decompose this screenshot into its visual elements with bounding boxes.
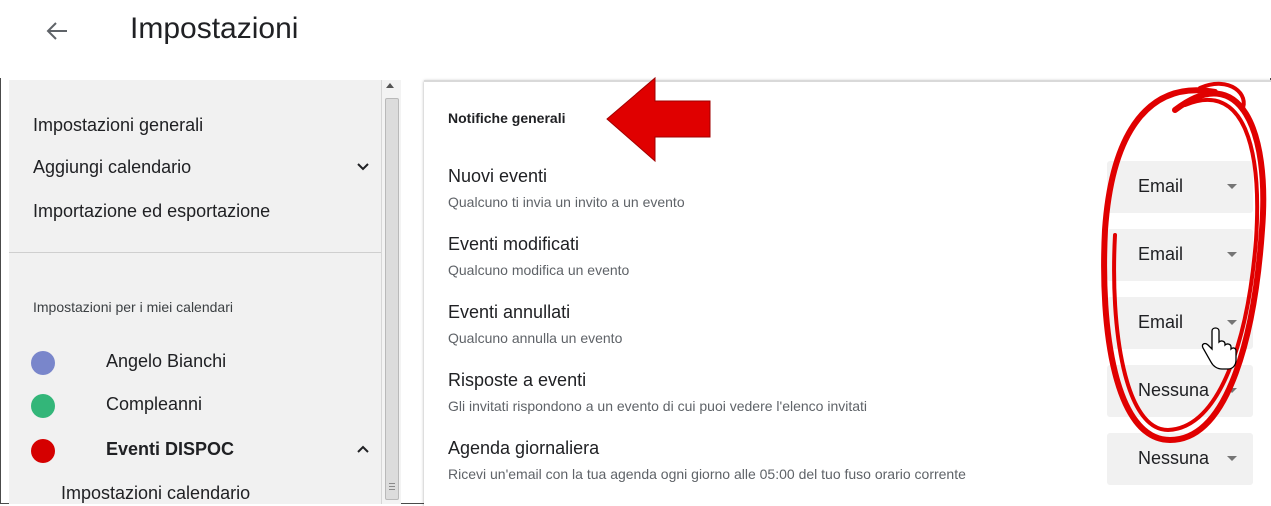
chevron-up-icon[interactable]	[356, 442, 370, 456]
panel-title: Notifiche generali	[448, 110, 566, 126]
notifications-panel: Notifiche generali Nuovi eventi Qualcuno…	[424, 80, 1271, 506]
dropdown-arrow-icon	[1227, 456, 1237, 461]
notification-label: Eventi annullati	[448, 302, 571, 322]
calendar-item[interactable]: Angelo Bianchi	[9, 346, 381, 380]
notification-select[interactable]: Nessuna	[1107, 365, 1253, 417]
calendar-item[interactable]: Compleanni	[9, 389, 381, 423]
dropdown-arrow-icon	[1227, 184, 1237, 189]
sidebar-item-add-calendar[interactable]: Aggiungi calendario	[33, 157, 191, 178]
notification-label: Eventi modificati	[448, 234, 580, 254]
notification-description: Qualcuno modifica un evento	[448, 262, 630, 278]
calendar-name: Compleanni	[106, 394, 203, 414]
sidebar-divider	[9, 252, 381, 253]
sidebar-subitem-calendar-settings[interactable]: Impostazioni calendario	[61, 483, 250, 504]
notification-description: Qualcuno ti invia un invito a un evento	[448, 194, 685, 210]
notification-select[interactable]: Email	[1107, 229, 1253, 281]
dropdown-arrow-icon	[1227, 252, 1237, 257]
calendar-item-selected[interactable]: Eventi DISPOC	[9, 434, 381, 468]
calendar-color-dot	[31, 394, 55, 418]
calendar-color-dot	[31, 439, 55, 463]
calendar-name: Eventi DISPOC	[106, 439, 235, 459]
calendar-color-dot	[31, 351, 55, 375]
sidebar-item-import-export[interactable]: Importazione ed esportazione	[33, 201, 270, 222]
notification-select[interactable]: Email	[1107, 161, 1253, 213]
sidebar-scrollbar[interactable]	[381, 80, 401, 504]
grip-line	[389, 489, 395, 490]
notification-select[interactable]: Nessuna	[1107, 433, 1253, 485]
notification-select[interactable]: Email	[1107, 297, 1253, 349]
chevron-down-icon[interactable]	[356, 160, 370, 174]
scrollbar-thumb[interactable]	[385, 98, 399, 500]
notification-label: Risposte a eventi	[448, 370, 587, 390]
page-title: Impostazioni	[130, 12, 299, 45]
sidebar-section-title: Impostazioni per i miei calendari	[33, 299, 233, 315]
scroll-up-arrow-icon[interactable]	[386, 83, 394, 88]
grip-line	[389, 486, 395, 487]
arrow-left-icon[interactable]	[46, 20, 68, 42]
calendar-name: Angelo Bianchi	[106, 351, 227, 371]
notification-description: Ricevi un'email con la tua agenda ogni g…	[448, 466, 966, 482]
sidebar: Impostazioni generali Aggiungi calendari…	[9, 80, 381, 504]
notification-description: Qualcuno annulla un evento	[448, 330, 623, 346]
header: Impostazioni	[0, 0, 1271, 78]
notification-description: Gli invitati rispondono a un evento di c…	[448, 398, 868, 414]
grip-line	[389, 483, 395, 484]
notification-label: Nuovi eventi	[448, 166, 548, 186]
dropdown-arrow-icon	[1227, 388, 1237, 393]
sidebar-item-general[interactable]: Impostazioni generali	[33, 115, 203, 136]
dropdown-arrow-icon	[1227, 320, 1237, 325]
notification-label: Agenda giornaliera	[448, 438, 600, 458]
